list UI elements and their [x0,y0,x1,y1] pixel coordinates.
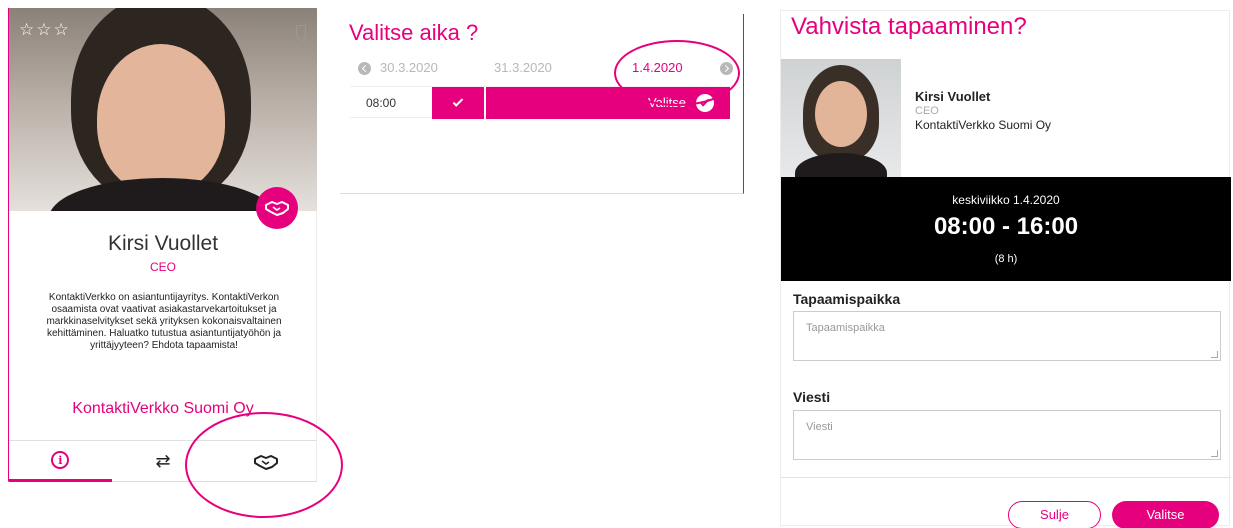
chevron-left-icon[interactable] [358,62,371,75]
chevron-right-icon[interactable] [720,62,733,75]
meeting-date: keskiviikko 1.4.2020 [952,193,1060,207]
profile-description: KontaktiVerkko on asiantuntijayritys. Ko… [46,292,282,351]
location-field[interactable]: Tapaamispaikka [793,311,1221,361]
profile-company[interactable]: KontaktiVerkko Suomi Oy [9,400,317,418]
check-circle-icon [696,94,714,112]
person-photo [781,59,901,179]
select-slot-label: Valitse [647,95,686,110]
bookmark-icon[interactable] [296,25,306,38]
message-placeholder: Viesti [806,421,833,433]
profile-card: ☆☆☆ Kirsi Vuollet CEO KontaktiVerkko on … [8,8,317,482]
info-icon: i [51,451,70,469]
tab-handshake[interactable] [214,441,317,482]
page: ☆☆☆ Kirsi Vuollet CEO KontaktiVerkko on … [0,0,1233,528]
resize-handle-icon[interactable] [1211,351,1218,358]
rating-stars[interactable]: ☆☆☆ [19,20,71,40]
close-button[interactable]: Sulje [1008,501,1101,528]
handshake-icon [265,201,289,216]
profile-tabs: i ⇄ [9,440,317,482]
time-picker-title: Valitse aika ? [349,20,479,45]
confirm-button[interactable]: Valitse [1112,501,1219,528]
date-option-selected[interactable]: 1.4.2020 [632,60,683,75]
resize-handle-icon[interactable] [1211,450,1218,457]
swap-icon: ⇄ [155,451,171,472]
slot-check-button[interactable] [432,87,484,119]
profile-title: CEO [149,260,176,274]
meeting-summary: keskiviikko 1.4.2020 08:00 - 16:00 (8 h) [781,177,1231,281]
date-row: 30.3.2020 31.3.2020 1.4.2020 [350,58,735,80]
time-slot-label: 08:00 [366,96,397,110]
profile-name: Kirsi Vuollet [107,232,219,255]
tab-swap[interactable]: ⇄ [112,441,215,482]
divider [781,477,1231,478]
tab-info[interactable]: i [9,441,112,482]
location-label: Tapaamispaikka [793,291,901,307]
confirm-dialog: Vahvista tapaaminen? Kirsi Vuollet CEO K… [780,10,1231,528]
location-placeholder: Tapaamispaikka [806,322,885,334]
date-option[interactable]: 31.3.2020 [494,60,552,75]
select-slot-button[interactable]: Valitse [486,87,730,119]
handshake-icon [253,454,278,470]
handshake-button[interactable] [256,187,298,229]
message-field[interactable]: Viesti [793,410,1221,460]
meeting-time: 08:00 - 16:00 [933,213,1079,240]
time-slot-row: 08:00 Valitse [350,86,730,119]
check-icon [452,96,464,107]
person-title: CEO [915,105,939,117]
person-name: Kirsi Vuollet [915,89,991,104]
person-company: KontaktiVerkko Suomi Oy [915,118,1052,132]
meeting-duration: (8 h) [994,253,1018,265]
time-picker-card: Valitse aika ? 30.3.2020 31.3.2020 1.4.2… [340,14,744,194]
dialog-title: Vahvista tapaaminen? [791,13,1027,40]
message-label: Viesti [793,389,831,405]
date-option[interactable]: 30.3.2020 [380,60,438,75]
